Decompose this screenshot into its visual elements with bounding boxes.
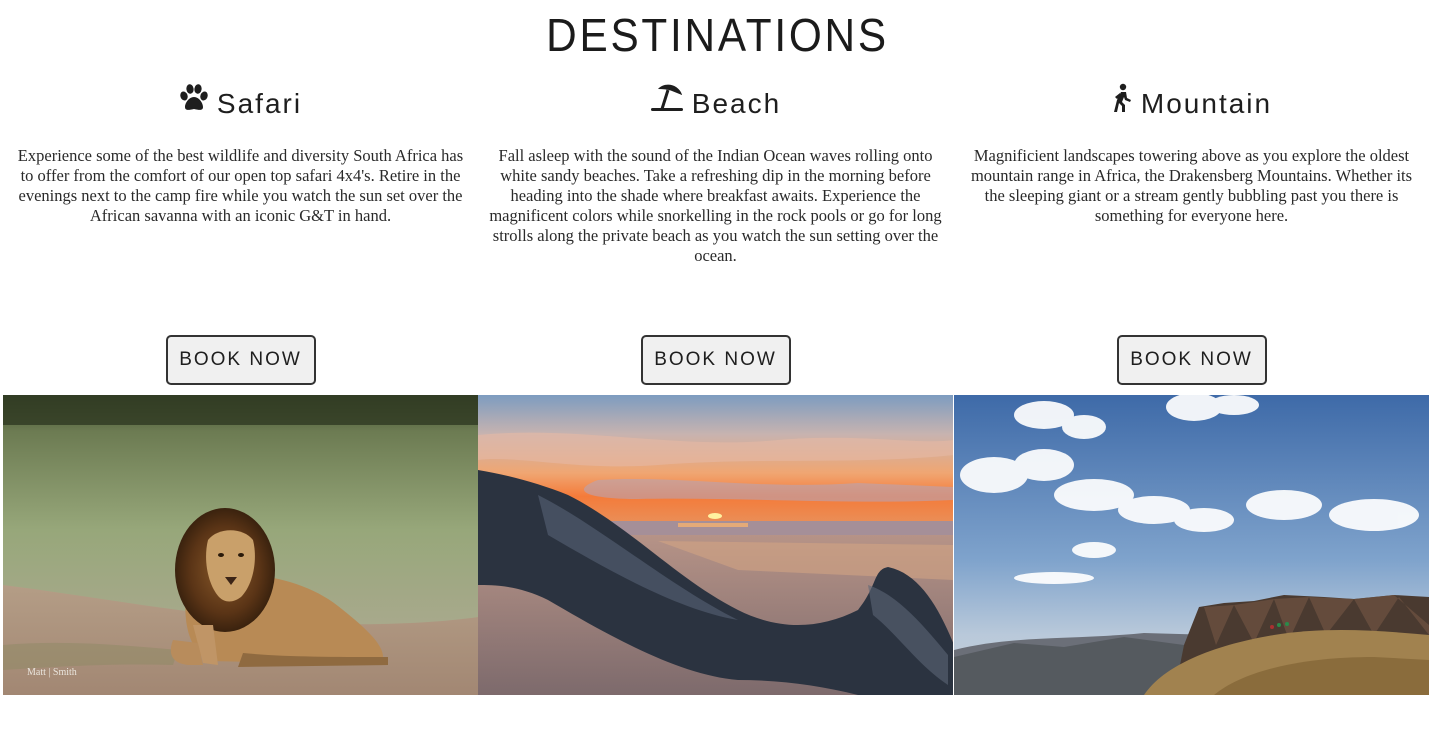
umbrella-beach-icon	[650, 83, 684, 122]
book-now-button[interactable]: BOOK NOW	[1116, 335, 1267, 385]
photo-credit: Matt | Smith	[27, 667, 77, 678]
beach-sunset-photo	[478, 395, 953, 695]
safari-lion-photo: Matt | Smith	[3, 395, 478, 695]
book-now-button[interactable]: BOOK NOW	[640, 335, 791, 385]
destination-card-mountain: Mountain Magnificient landscapes towerin…	[954, 0, 1429, 735]
book-now-button[interactable]: BOOK NOW	[165, 335, 316, 385]
destination-description: Fall asleep with the sound of the Indian…	[489, 146, 942, 265]
destination-heading: Beach	[478, 83, 953, 125]
destination-heading: Safari	[3, 84, 478, 124]
destination-name: Safari	[216, 88, 303, 119]
destination-name: Beach	[691, 88, 782, 119]
destination-heading: Mountain	[954, 83, 1429, 125]
destination-card-beach: Beach Fall asleep with the sound of the …	[478, 0, 953, 735]
destination-name: Mountain	[1140, 88, 1273, 119]
mountain-landscape-photo	[954, 395, 1429, 695]
destination-card-safari: Safari Experience some of the best wildl…	[3, 0, 478, 735]
paw-icon	[179, 84, 209, 121]
destination-description: Experience some of the best wildlife and…	[17, 146, 464, 225]
destination-description: Magnificient landscapes towering above a…	[970, 146, 1413, 225]
hiking-icon	[1111, 83, 1133, 122]
